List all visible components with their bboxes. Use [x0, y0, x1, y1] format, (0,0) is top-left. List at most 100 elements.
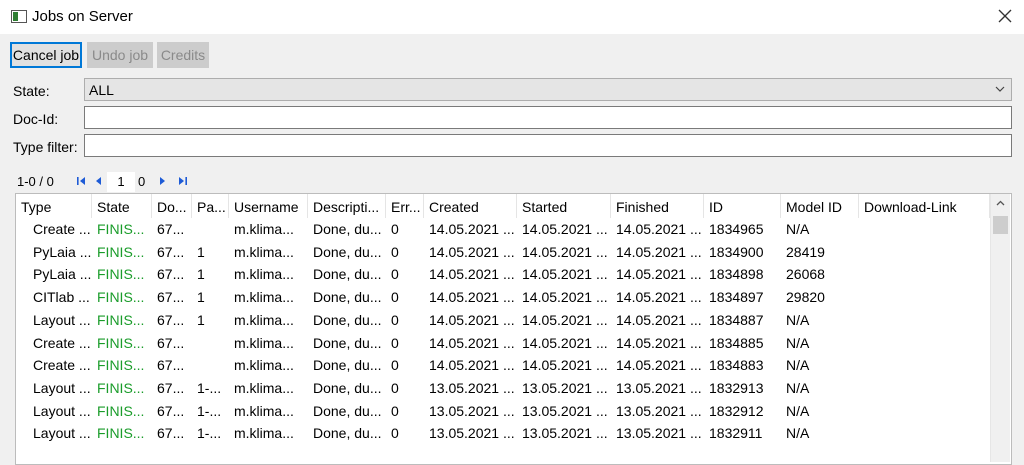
- cell-id: 1832912: [709, 402, 764, 419]
- column-header-download-link[interactable]: Download-Link: [859, 194, 990, 218]
- undo-job-label: Undo job: [91, 47, 149, 63]
- cancel-job-button[interactable]: Cancel job: [10, 42, 82, 68]
- cell-type: Layout ...: [33, 379, 91, 396]
- page-number-input[interactable]: 1: [107, 172, 135, 192]
- cell-errors: 0: [391, 289, 399, 306]
- cell-started: 14.05.2021 ...: [522, 221, 608, 237]
- column-header-state[interactable]: State: [92, 194, 152, 218]
- cell-started: 14.05.2021 ...: [522, 334, 608, 351]
- column-header-finished[interactable]: Finished: [611, 194, 704, 218]
- cell-created: 14.05.2021 ...: [429, 357, 515, 374]
- cell-id: 1834965: [709, 221, 764, 237]
- cell-pages: [192, 354, 229, 377]
- cell-errors: 0: [391, 221, 399, 237]
- vertical-scrollbar[interactable]: [990, 194, 1010, 462]
- column-header-pages[interactable]: Pa...: [192, 194, 229, 218]
- cell-pages: 1: [197, 243, 205, 260]
- first-page-icon[interactable]: [76, 176, 87, 186]
- scroll-up-icon[interactable]: [996, 200, 1005, 206]
- table-row[interactable]: PyLaia ... FINIS... 67... 1 m.klima... Done, …: [16, 263, 991, 286]
- cell-model-id: N/A: [786, 402, 810, 419]
- cell-pages: [192, 332, 229, 355]
- table-row[interactable]: CITlab ... FINIS... 67... 1 m.klima... Done, …: [16, 286, 991, 309]
- cell-finished: 13.05.2021 ...: [616, 425, 702, 442]
- cell-download-link: [859, 286, 990, 309]
- cell-created: 14.05.2021 ...: [429, 334, 515, 351]
- cell-id: 1832913: [709, 379, 764, 396]
- prev-page-icon[interactable]: [94, 176, 102, 186]
- cell-doc: 67...: [157, 221, 185, 237]
- state-label: State:: [13, 83, 50, 99]
- cell-model-id: N/A: [786, 379, 810, 396]
- last-page-icon[interactable]: [177, 176, 188, 186]
- cell-description: Done, du...: [313, 243, 382, 260]
- type-filter-input[interactable]: [84, 134, 1012, 157]
- column-header-created[interactable]: Created: [424, 194, 517, 218]
- cell-type: Layout ...: [33, 425, 91, 442]
- table-row[interactable]: Layout ... FINIS... 67... 1-... m.klima... Do…: [16, 400, 991, 423]
- cell-state: FINIS...: [97, 379, 145, 396]
- column-header-started[interactable]: Started: [517, 194, 611, 218]
- cell-id: 1834900: [709, 243, 764, 260]
- next-page-icon[interactable]: [159, 176, 167, 186]
- cell-finished: 14.05.2021 ...: [616, 311, 702, 328]
- cell-created: 13.05.2021 ...: [429, 425, 515, 442]
- column-header-doc[interactable]: Do...: [152, 194, 192, 218]
- table-row[interactable]: Create ... FINIS... 67... m.klima... Done, d…: [16, 218, 991, 241]
- table-row[interactable]: Layout ... FINIS... 67... 1-... m.klima... Do…: [16, 422, 991, 445]
- cell-doc: 67...: [157, 379, 185, 396]
- table-row[interactable]: Layout ... FINIS... 67... 1-... m.klima... Do…: [16, 377, 991, 400]
- cell-username: m.klima...: [234, 425, 294, 442]
- cell-description: Done, du...: [313, 266, 382, 283]
- cell-model-id: N/A: [786, 221, 810, 237]
- docid-input[interactable]: [84, 106, 1012, 129]
- cell-doc: 67...: [157, 243, 185, 260]
- chevron-down-icon: [995, 86, 1005, 92]
- column-header-username[interactable]: Username: [229, 194, 308, 218]
- cell-created: 13.05.2021 ...: [429, 379, 515, 396]
- cell-id: 1832911: [709, 425, 763, 442]
- jobs-table: Type State Do... Pa... Username Descripti... E…: [15, 193, 1012, 465]
- cell-pages: 1-...: [197, 425, 222, 442]
- column-header-id[interactable]: ID: [704, 194, 781, 218]
- close-icon[interactable]: [996, 7, 1014, 25]
- cell-state: FINIS...: [97, 311, 145, 328]
- table-row[interactable]: Create ... FINIS... 67... m.klima... Done, d…: [16, 332, 991, 355]
- cell-description: Done, du...: [313, 289, 382, 306]
- cell-finished: 14.05.2021 ...: [616, 334, 702, 351]
- column-header-errors[interactable]: Err...: [386, 194, 424, 218]
- cell-type: Create ...: [33, 357, 91, 374]
- cell-errors: 0: [391, 266, 399, 283]
- cell-type: PyLaia ...: [33, 266, 92, 283]
- column-header-type[interactable]: Type: [16, 194, 92, 218]
- cell-finished: 14.05.2021 ...: [616, 221, 702, 237]
- window-title: Jobs on Server: [32, 8, 133, 25]
- credits-button[interactable]: Credits: [157, 42, 209, 68]
- table-row[interactable]: Create ... FINIS... 67... m.klima... Done, d…: [16, 354, 991, 377]
- cell-pages: 1-...: [197, 402, 222, 419]
- cell-created: 14.05.2021 ...: [429, 243, 515, 260]
- cell-username: m.klima...: [234, 311, 294, 328]
- credits-label: Credits: [160, 47, 206, 63]
- cell-doc: 67...: [157, 289, 185, 306]
- cell-model-id: 29820: [786, 289, 825, 306]
- undo-job-button[interactable]: Undo job: [87, 42, 153, 68]
- cell-id: 1834885: [709, 334, 764, 351]
- table-row[interactable]: Layout ... FINIS... 67... 1 m.klima... Done, …: [16, 309, 991, 332]
- table-header: Type State Do... Pa... Username Descripti... E…: [16, 194, 991, 218]
- table-row[interactable]: PyLaia ... FINIS... 67... 1 m.klima... Done, …: [16, 241, 991, 264]
- cell-type: CITlab ...: [33, 289, 90, 306]
- cell-download-link: [859, 309, 990, 332]
- cell-errors: 0: [391, 402, 399, 419]
- state-select[interactable]: ALL: [84, 78, 1012, 101]
- cell-model-id: 28419: [786, 243, 825, 260]
- column-header-description[interactable]: Descripti...: [308, 194, 386, 218]
- cell-state: FINIS...: [97, 289, 145, 306]
- cell-download-link: [859, 241, 990, 264]
- cell-started: 14.05.2021 ...: [522, 243, 608, 260]
- cell-errors: 0: [391, 243, 399, 260]
- cell-state: FINIS...: [97, 243, 145, 260]
- cell-id: 1834897: [709, 289, 764, 306]
- scrollbar-thumb[interactable]: [993, 216, 1008, 234]
- column-header-model-id[interactable]: Model ID: [781, 194, 859, 218]
